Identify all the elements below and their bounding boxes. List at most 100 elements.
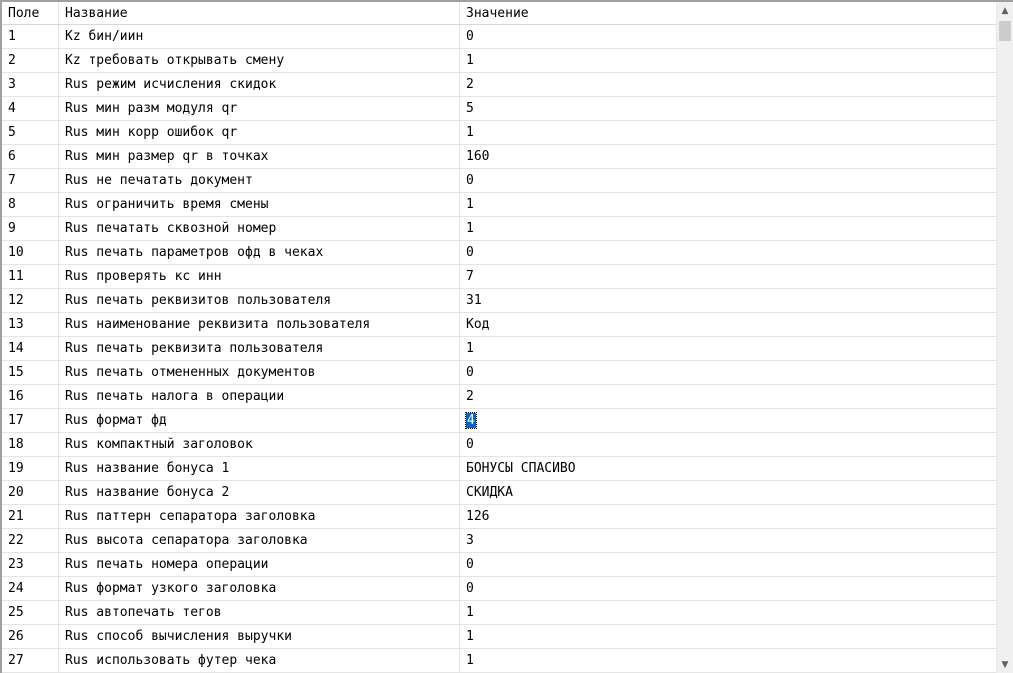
chevron-up-icon[interactable]: ▲ <box>997 2 1013 19</box>
cell-name[interactable]: Rus название бонуса 2 <box>59 481 460 504</box>
cell-field[interactable]: 1 <box>2 25 59 48</box>
table-row[interactable]: 23 Rus печать номера операции 0 <box>2 553 996 577</box>
table-row[interactable]: 19 Rus название бонуса 1 БОНУСЫ СПАСИВО <box>2 457 996 481</box>
table-row[interactable]: 16 Rus печать налога в операции 2 <box>2 385 996 409</box>
cell-value[interactable]: 1 <box>460 49 996 72</box>
cell-field[interactable]: 3 <box>2 73 59 96</box>
table-row[interactable]: 7 Rus не печатать документ 0 <box>2 169 996 193</box>
cell-name[interactable]: Rus высота сепаратора заголовка <box>59 529 460 552</box>
cell-name[interactable]: Rus название бонуса 1 <box>59 457 460 480</box>
cell-name[interactable]: Rus формат узкого заголовка <box>59 577 460 600</box>
cell-field[interactable]: 7 <box>2 169 59 192</box>
column-header-field[interactable]: Поле <box>2 2 59 24</box>
table-row[interactable]: 4 Rus мин разм модуля qr 5 <box>2 97 996 121</box>
cell-name[interactable]: Rus печать налога в операции <box>59 385 460 408</box>
cell-value[interactable]: СКИДКА <box>460 481 996 504</box>
table-row[interactable]: 8 Rus ограничить время смены 1 <box>2 193 996 217</box>
table-row[interactable]: 3 Rus режим исчисления скидок 2 <box>2 73 996 97</box>
cell-field[interactable]: 17 <box>2 409 59 432</box>
cell-field[interactable]: 4 <box>2 97 59 120</box>
cell-name[interactable]: Rus использовать футер чека <box>59 649 460 672</box>
cell-value[interactable]: БОНУСЫ СПАСИВО <box>460 457 996 480</box>
cell-value[interactable]: 0 <box>460 361 996 384</box>
table-row[interactable]: 5 Rus мин корр ошибок qr 1 <box>2 121 996 145</box>
cell-name[interactable]: Rus печать отмененных документов <box>59 361 460 384</box>
cell-value[interactable]: 0 <box>460 169 996 192</box>
cell-value[interactable]: 2 <box>460 73 996 96</box>
cell-field[interactable]: 16 <box>2 385 59 408</box>
cell-name[interactable]: Rus режим исчисления скидок <box>59 73 460 96</box>
table-row[interactable]: 9 Rus печатать сквозной номер 1 <box>2 217 996 241</box>
cell-name[interactable]: Rus печать реквизитов пользователя <box>59 289 460 312</box>
cell-value[interactable]: 0 <box>460 553 996 576</box>
vertical-scrollbar[interactable]: ▲ ▼ <box>996 2 1013 673</box>
cell-name[interactable]: Rus наименование реквизита пользователя <box>59 313 460 336</box>
table-row[interactable]: 12 Rus печать реквизитов пользователя 31 <box>2 289 996 313</box>
cell-field[interactable]: 5 <box>2 121 59 144</box>
cell-value[interactable]: 0 <box>460 433 996 456</box>
cell-name[interactable]: Kz бин/иин <box>59 25 460 48</box>
cell-value[interactable]: 7 <box>460 265 996 288</box>
cell-value[interactable]: 0 <box>460 241 996 264</box>
cell-name[interactable]: Rus мин разм модуля qr <box>59 97 460 120</box>
table-row[interactable]: 18 Rus компактный заголовок 0 <box>2 433 996 457</box>
cell-value[interactable]: 0 <box>460 577 996 600</box>
cell-field[interactable]: 20 <box>2 481 59 504</box>
cell-name[interactable]: Rus не печатать документ <box>59 169 460 192</box>
table-row[interactable]: 2 Kz требовать открывать смену 1 <box>2 49 996 73</box>
table-row[interactable]: 26 Rus способ вычисления выручки 1 <box>2 625 996 649</box>
cell-name[interactable]: Rus проверять кс инн <box>59 265 460 288</box>
cell-field[interactable]: 6 <box>2 145 59 168</box>
table-row[interactable]: 25 Rus автопечать тегов 1 <box>2 601 996 625</box>
cell-name[interactable]: Rus ограничить время смены <box>59 193 460 216</box>
cell-name[interactable]: Rus мин размер qr в точках <box>59 145 460 168</box>
cell-field[interactable]: 27 <box>2 649 59 672</box>
cell-name[interactable]: Rus печатать сквозной номер <box>59 217 460 240</box>
cell-field[interactable]: 13 <box>2 313 59 336</box>
table-row[interactable]: 11 Rus проверять кс инн 7 <box>2 265 996 289</box>
cell-value[interactable]: 1 <box>460 121 996 144</box>
cell-name[interactable]: Rus печать реквизита пользователя <box>59 337 460 360</box>
cell-field[interactable]: 22 <box>2 529 59 552</box>
cell-value[interactable]: 1 <box>460 193 996 216</box>
cell-value[interactable]: 31 <box>460 289 996 312</box>
cell-name[interactable]: Rus печать номера операции <box>59 553 460 576</box>
table-row[interactable]: 27 Rus использовать футер чека 1 <box>2 649 996 673</box>
scrollbar-thumb[interactable] <box>999 21 1011 41</box>
cell-value[interactable]: 3 <box>460 529 996 552</box>
selected-value[interactable]: 4 <box>465 412 477 429</box>
column-header-value[interactable]: Значение <box>460 2 996 24</box>
cell-name[interactable]: Rus печать параметров офд в чеках <box>59 241 460 264</box>
cell-field[interactable]: 9 <box>2 217 59 240</box>
table-row[interactable]: 6 Rus мин размер qr в точках 160 <box>2 145 996 169</box>
cell-value[interactable]: 1 <box>460 337 996 360</box>
cell-field[interactable]: 12 <box>2 289 59 312</box>
cell-value[interactable]: 1 <box>460 625 996 648</box>
cell-name[interactable]: Rus компактный заголовок <box>59 433 460 456</box>
table-row[interactable]: 22 Rus высота сепаратора заголовка 3 <box>2 529 996 553</box>
table-row[interactable]: 13 Rus наименование реквизита пользовател… <box>2 313 996 337</box>
cell-value[interactable]: 1 <box>460 649 996 672</box>
table-row[interactable]: 20 Rus название бонуса 2 СКИДКА <box>2 481 996 505</box>
cell-field[interactable]: 26 <box>2 625 59 648</box>
cell-value[interactable]: 5 <box>460 97 996 120</box>
table-row[interactable]: 21 Rus паттерн сепаратора заголовка 126 <box>2 505 996 529</box>
cell-field[interactable]: 23 <box>2 553 59 576</box>
cell-field[interactable]: 21 <box>2 505 59 528</box>
table-row[interactable]: 15 Rus печать отмененных документов 0 <box>2 361 996 385</box>
cell-value[interactable]: 126 <box>460 505 996 528</box>
chevron-down-icon[interactable]: ▼ <box>997 656 1013 673</box>
cell-name[interactable]: Rus формат фд <box>59 409 460 432</box>
cell-field[interactable]: 10 <box>2 241 59 264</box>
cell-field[interactable]: 2 <box>2 49 59 72</box>
cell-field[interactable]: 18 <box>2 433 59 456</box>
table-row[interactable]: 17 Rus формат фд 4 <box>2 409 996 433</box>
cell-value[interactable]: 1 <box>460 217 996 240</box>
cell-name[interactable]: Rus автопечать тегов <box>59 601 460 624</box>
column-header-name[interactable]: Название <box>59 2 460 24</box>
cell-name[interactable]: Kz требовать открывать смену <box>59 49 460 72</box>
cell-name[interactable]: Rus мин корр ошибок qr <box>59 121 460 144</box>
cell-field[interactable]: 24 <box>2 577 59 600</box>
cell-field[interactable]: 14 <box>2 337 59 360</box>
cell-field[interactable]: 15 <box>2 361 59 384</box>
